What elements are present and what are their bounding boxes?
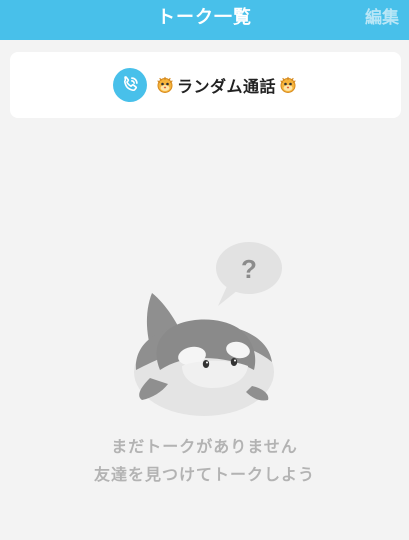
orca-character [134,293,274,416]
blowfish-icon [278,75,298,95]
random-call-label: ランダム通話 [176,77,276,96]
random-call-button[interactable]: ランダム通話 [10,52,401,118]
orca-empty-illustration: ? [134,242,282,416]
empty-message-line1: まだトークがありません [111,437,298,456]
page-title: トーク一覧 [157,7,252,28]
header-bar: トーク一覧 編集 [0,0,409,40]
empty-message-line2: 友達を見つけてトークしよう [93,465,315,484]
question-mark: ? [241,254,257,284]
question-bubble: ? [216,242,282,306]
phone-call-icon [112,68,147,102]
blowfish-icon [155,75,175,95]
edit-button[interactable]: 編集 [365,0,399,36]
talk-list-screen: トーク一覧 編集 ランダム通話 ? まだトークがありません 友達を見つけてトーク… [0,0,409,540]
